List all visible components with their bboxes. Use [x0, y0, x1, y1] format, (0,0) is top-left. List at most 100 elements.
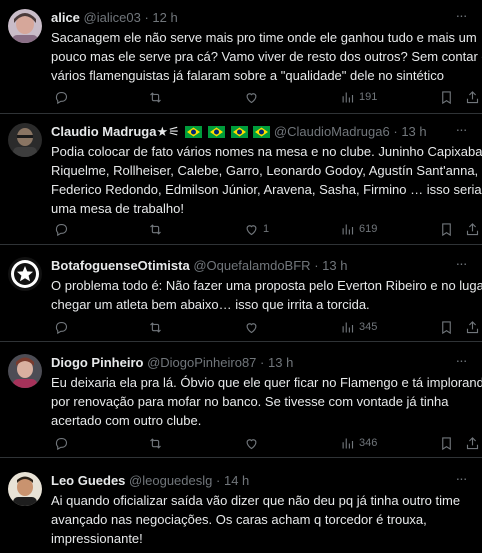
avatar[interactable] [8, 257, 42, 291]
tweet[interactable]: Leo Guedes @leoguedeslg · 14 h ··· Ai qu… [0, 458, 482, 553]
tweet-text: O problema todo é: Não fazer uma propost… [51, 276, 482, 314]
display-name[interactable]: Claudio Madruga★⚟ [51, 124, 180, 139]
timestamp[interactable]: 14 h [224, 473, 249, 488]
tweet-header: Claudio Madruga★⚟ @ClaudioMadruga6 · 13 … [51, 123, 452, 141]
avatar[interactable] [8, 354, 42, 388]
separator-dot: · [216, 473, 221, 488]
tweet-text-line: O problema todo é: Não fazer uma propost… [51, 278, 482, 293]
user-handle[interactable]: @OquefalamdoBFR [193, 258, 310, 273]
timestamp[interactable]: 13 h [322, 258, 347, 273]
timestamp[interactable]: 13 h [401, 124, 426, 139]
reply-icon [55, 321, 68, 334]
tweet-text-line: avançado nas negociações. Os caras acham… [51, 512, 427, 527]
reply-button[interactable] [54, 88, 69, 106]
tweet-text-line: uma mesa de trabalho! [51, 201, 184, 216]
share-icon [466, 320, 479, 333]
tweet-text-line: Sacanagem ele não serve mais pro time on… [51, 30, 477, 45]
retweet-button[interactable] [148, 220, 163, 238]
share-button[interactable] [465, 434, 480, 452]
avatar[interactable] [8, 472, 42, 506]
tweet-text-line: vários flamenguistas já falaram sobre a … [51, 68, 444, 83]
like-icon [246, 92, 257, 103]
reply-button[interactable] [54, 220, 69, 238]
views-button[interactable]: 191 [340, 88, 377, 106]
like-button[interactable]: 1 [244, 220, 269, 238]
bookmark-button[interactable] [439, 434, 454, 452]
tweet-text-line: acertado com outro clube. [51, 413, 202, 428]
views-icon [342, 438, 354, 448]
views-button[interactable]: 346 [340, 434, 377, 452]
reply-icon [55, 91, 68, 104]
bookmark-button[interactable] [439, 88, 454, 106]
tweet-header: BotafoguenseOtimista @OquefalamdoBFR · 1… [51, 257, 452, 275]
tweet[interactable]: alice @ialice03 · 12 h ··· Sacanagem ele… [0, 0, 482, 114]
like-icon [246, 322, 257, 333]
avatar[interactable] [8, 123, 42, 157]
tweet-text-line: chegar um atleta bem abaixo… isso que ir… [51, 297, 370, 312]
separator-dot: · [314, 258, 319, 273]
view-count: 619 [359, 223, 378, 235]
bookmark-button[interactable] [439, 318, 454, 336]
display-name[interactable]: Leo Guedes [51, 473, 125, 488]
retweet-button[interactable] [148, 318, 163, 336]
tweet[interactable]: BotafoguenseOtimista @OquefalamdoBFR · 1… [0, 245, 482, 342]
tweet-text-line: por renovação para mofar no banco. Se ti… [51, 394, 449, 409]
view-count: 346 [359, 437, 378, 449]
timestamp[interactable]: 13 h [268, 355, 293, 370]
display-name[interactable]: alice [51, 10, 80, 25]
share-button[interactable] [465, 318, 480, 336]
bookmark-button[interactable] [439, 220, 454, 238]
reply-icon [55, 223, 68, 236]
more-icon[interactable]: ··· [452, 471, 470, 490]
tweet-text: Sacanagem ele não serve mais pro time on… [51, 28, 482, 85]
retweet-icon [150, 437, 161, 449]
timestamp[interactable]: 12 h [152, 10, 177, 25]
tweet-text-line: Eu deixaria ela pra lá. Óbvio que ele qu… [51, 375, 482, 390]
more-icon[interactable]: ··· [452, 256, 470, 275]
reply-icon [55, 437, 68, 450]
action-bar: 1 619 [51, 220, 479, 238]
tweet-text-line: Podia colocar de fato vários nomes na me… [51, 144, 482, 159]
reply-button[interactable] [54, 434, 69, 452]
like-button[interactable] [244, 318, 263, 336]
bookmark-icon [442, 320, 451, 334]
share-icon [466, 222, 479, 235]
tweet-text-line: impressionante! [51, 531, 143, 546]
view-count: 345 [359, 321, 378, 333]
views-button[interactable]: 345 [340, 318, 377, 336]
tweet-feed: alice @ialice03 · 12 h ··· Sacanagem ele… [0, 0, 482, 553]
tweet[interactable]: Claudio Madruga★⚟ @ClaudioMadruga6 · 13 … [0, 114, 482, 245]
reply-button[interactable] [54, 318, 69, 336]
more-icon[interactable]: ··· [452, 8, 470, 27]
user-handle[interactable]: @ClaudioMadruga6 [274, 124, 390, 139]
share-button[interactable] [465, 220, 480, 238]
bookmark-icon [442, 436, 451, 450]
user-handle[interactable]: @ialice03 [84, 10, 141, 25]
avatar[interactable] [8, 9, 42, 43]
tweet[interactable]: Diogo Pinheiro @DiogoPinheiro87 · 13 h ·… [0, 342, 482, 458]
retweet-button[interactable] [148, 434, 163, 452]
tweet-text-line: pouco mas ele serve pra cá? Vamo viver d… [51, 49, 482, 64]
user-handle[interactable]: @leoguedeslg [129, 473, 212, 488]
view-count: 191 [359, 91, 378, 103]
tweet-header: Diogo Pinheiro @DiogoPinheiro87 · 13 h [51, 354, 452, 372]
retweet-icon [150, 321, 161, 333]
tweet-header: alice @ialice03 · 12 h [51, 9, 452, 27]
views-icon [342, 92, 354, 102]
display-name[interactable]: BotafoguenseOtimista [51, 258, 190, 273]
views-button[interactable]: 619 [340, 220, 377, 238]
tweet-text-line: Riquelme, Rollheiser, Calebe, Garro, Leo… [51, 163, 479, 178]
share-button[interactable] [465, 88, 480, 106]
display-name[interactable]: Diogo Pinheiro [51, 355, 143, 370]
tweet-text-line: Ai quando oficializar saída vão dizer qu… [51, 493, 461, 508]
like-button[interactable] [244, 434, 263, 452]
more-icon[interactable]: ··· [452, 353, 470, 372]
brazil-flag-icon [230, 125, 248, 141]
like-icon [246, 224, 257, 235]
like-button[interactable] [244, 88, 263, 106]
retweet-button[interactable] [148, 88, 163, 106]
bookmark-icon [442, 90, 451, 104]
tweet-header: Leo Guedes @leoguedeslg · 14 h [51, 472, 452, 490]
user-handle[interactable]: @DiogoPinheiro87 [147, 355, 256, 370]
more-icon[interactable]: ··· [452, 122, 470, 141]
